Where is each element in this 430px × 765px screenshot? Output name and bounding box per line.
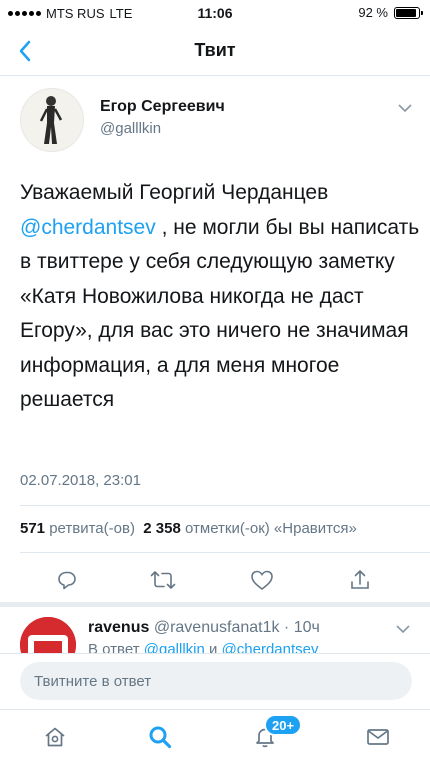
tweet-actions [0, 565, 430, 595]
mention-link[interactable]: @cherdantsev [20, 216, 156, 239]
reply-separator: · [279, 619, 294, 636]
reply-author-handle[interactable]: @ravenusfanat1k [154, 619, 280, 636]
reply-conj: и [204, 641, 222, 653]
author-handle[interactable]: @galllkin [100, 120, 161, 137]
avatar[interactable] [20, 88, 84, 152]
divider [20, 552, 430, 553]
reply-icon [58, 571, 76, 590]
reply-mention-1[interactable]: @galllkin [144, 641, 205, 653]
notifications-badge: 20+ [264, 714, 303, 736]
reply-composer [0, 653, 430, 709]
reply-avatar-image [20, 617, 76, 653]
reply-prefix: В ответ [88, 641, 144, 653]
status-right: 92 % [358, 5, 423, 20]
mail-icon [367, 729, 389, 745]
author-name[interactable]: Егор Сергеевич [100, 98, 225, 116]
likes-count[interactable]: 2 358 [143, 520, 181, 537]
tweet-stats: 571 ретвита(-ов) 2 358 отметки(-ок) «Нра… [20, 520, 357, 537]
retweet-icon [150, 571, 176, 589]
likes-label[interactable]: отметки(-ок) «Нравится» [185, 520, 357, 537]
tweet-author: Егор Сергеевич @galllkin [20, 88, 420, 158]
like-icon [251, 570, 273, 591]
reply-input[interactable] [20, 662, 412, 700]
tab-messages[interactable] [363, 722, 393, 752]
retweets-count[interactable]: 571 [20, 520, 45, 537]
chevron-down-icon [398, 104, 412, 113]
tweet-timestamp: 02.07.2018, 23:01 [20, 472, 141, 489]
home-icon [45, 727, 65, 747]
chevron-down-icon [396, 625, 410, 634]
tweet-text-part1: Уважаемый Георгий Черданцев [20, 181, 329, 204]
reply-menu-button[interactable] [396, 621, 410, 639]
tab-bar: 20+ [0, 709, 430, 765]
navigation-bar: Твит [0, 26, 430, 76]
tweet-menu-button[interactable] [398, 100, 412, 118]
like-button[interactable] [247, 565, 277, 595]
status-bar: MTS RUS LTE 11:06 92 % [0, 0, 430, 26]
battery-percent: 92 % [358, 5, 388, 20]
battery-icon [394, 6, 423, 19]
tweet-text: Уважаемый Георгий Черданцев @cherdantsev… [20, 176, 420, 418]
tweet-text-part2: , не могли бы вы написать в твиттере у с… [20, 215, 420, 412]
retweets-label[interactable]: ретвита(-ов) [49, 520, 135, 537]
retweet-button[interactable] [148, 565, 178, 595]
page-title: Твит [194, 40, 236, 60]
reply-mention-2[interactable]: @cherdantsev [222, 641, 319, 653]
search-icon [149, 726, 172, 749]
reply-author-name[interactable]: ravenus [88, 619, 149, 636]
reply-age: 10ч [293, 619, 320, 636]
reply-button[interactable] [52, 565, 82, 595]
reply-item[interactable]: ravenus @ravenusfanat1k · 10ч В ответ @g… [0, 607, 430, 653]
avatar-image [21, 89, 83, 151]
tab-search[interactable] [145, 722, 175, 752]
share-button[interactable] [345, 565, 375, 595]
reply-avatar[interactable] [20, 617, 76, 653]
share-icon [351, 570, 369, 589]
reply-context: В ответ @galllkin и @cherdantsev [88, 641, 319, 653]
battery-fill [396, 8, 417, 17]
divider [20, 505, 430, 506]
reply-header: ravenus @ravenusfanat1k · 10ч [88, 619, 320, 637]
tab-home[interactable] [40, 722, 70, 752]
